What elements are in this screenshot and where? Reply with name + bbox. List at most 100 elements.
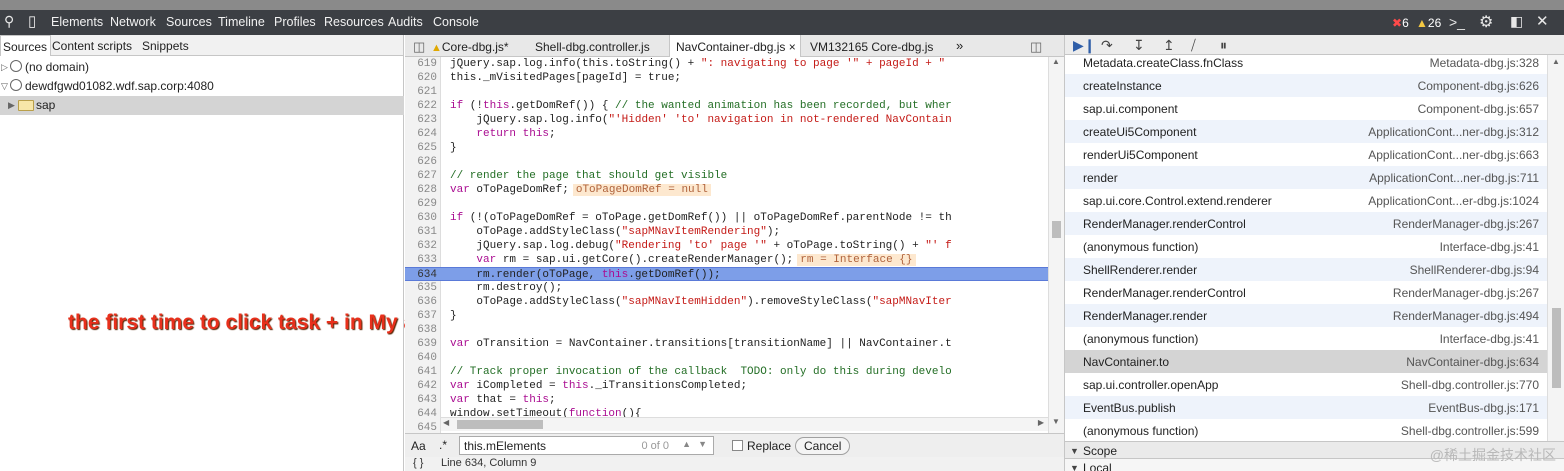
tab-sources-tree[interactable]: Sources — [0, 35, 52, 56]
call-frame-location[interactable]: Component-dbg.js:626 — [1418, 79, 1539, 93]
tree-item-sap-folder[interactable]: ▶ sap — [0, 96, 404, 115]
tab-sources[interactable]: Sources — [166, 15, 212, 29]
line-number[interactable]: 623 — [405, 113, 437, 127]
code-line[interactable]: 642 var iCompleted = this._iTransitionsCo… — [405, 379, 1048, 393]
pretty-print-icon[interactable]: { } — [413, 457, 423, 469]
error-count-badge[interactable]: ✖6 — [1392, 16, 1409, 30]
tab-profiles[interactable]: Profiles — [274, 15, 316, 29]
previous-match-icon[interactable]: ▲ — [682, 439, 691, 449]
code-line[interactable]: 641 // Track proper invocation of the cal… — [405, 365, 1048, 379]
code-line[interactable]: 635 rm.destroy(); — [405, 281, 1048, 295]
replace-checkbox[interactable] — [732, 440, 743, 451]
next-match-icon[interactable]: ▼ — [698, 439, 707, 449]
line-number[interactable]: 628 — [405, 183, 437, 197]
code-view[interactable]: 619 jQuery.sap.log.info(this.toString() +… — [405, 57, 1048, 453]
call-frame[interactable]: RenderManager.renderControl RenderManager… — [1065, 212, 1547, 235]
scroll-down-icon[interactable]: ▼ — [1052, 417, 1060, 426]
call-frame[interactable]: RenderManager.renderControl RenderManager… — [1065, 281, 1547, 304]
code-line[interactable]: 620 this._mVisitedPages[pageId] = true; — [405, 71, 1048, 85]
code-line[interactable]: 631 oToPage.addStyleClass("sapMNavItemRe… — [405, 225, 1048, 239]
line-number[interactable]: 636 — [405, 295, 437, 309]
code-line[interactable]: 638 — [405, 323, 1048, 337]
scroll-thumb[interactable] — [1552, 308, 1561, 388]
code-vertical-scrollbar[interactable]: ▲ ▼ — [1048, 57, 1064, 453]
call-frame-location[interactable]: Shell-dbg.controller.js:599 — [1401, 424, 1539, 438]
tab-shell-dbg-controller[interactable]: Shell-dbg.controller.js — [535, 35, 650, 57]
scroll-right-icon[interactable]: ▶ — [1038, 418, 1044, 427]
scroll-up-icon[interactable]: ▲ — [1552, 57, 1560, 66]
dock-side-icon[interactable]: ◧ — [1510, 13, 1523, 30]
call-frame[interactable]: (anonymous function) Interface-dbg.js:41 — [1065, 235, 1547, 258]
step-over-icon[interactable]: ↷ — [1101, 37, 1113, 54]
step-out-icon[interactable]: ↥ — [1163, 37, 1175, 54]
scroll-left-icon[interactable]: ◀ — [443, 418, 449, 427]
regex-toggle[interactable]: .* — [439, 438, 447, 452]
current-execution-line[interactable]: 634 rm.render(oToPage, this.getDomRef())… — [405, 267, 1048, 281]
call-frame-location[interactable]: Interface-dbg.js:41 — [1440, 332, 1539, 346]
line-number[interactable]: 621 — [405, 85, 437, 99]
warning-count-badge[interactable]: ▲26 — [1416, 16, 1441, 30]
step-into-icon[interactable]: ↧ — [1133, 37, 1145, 54]
code-line[interactable]: 622 if (!this.getDomRef()) { // the wante… — [405, 99, 1048, 113]
line-number[interactable]: 640 — [405, 351, 437, 365]
close-icon[interactable]: ✕ — [1536, 12, 1549, 30]
line-number[interactable]: 629 — [405, 197, 437, 211]
case-sensitive-toggle[interactable]: Aa — [411, 439, 426, 453]
call-frame-location[interactable]: RenderManager-dbg.js:267 — [1393, 286, 1539, 300]
line-number[interactable]: 620 — [405, 71, 437, 85]
call-frame-location[interactable]: NavContainer-dbg.js:634 — [1406, 355, 1539, 369]
call-frame[interactable]: ShellRenderer.render ShellRenderer-dbg.js… — [1065, 258, 1547, 281]
code-line[interactable]: 629 — [405, 197, 1048, 211]
deactivate-breakpoints-icon[interactable]: ⧸ — [1191, 37, 1196, 54]
line-number[interactable]: 624 — [405, 127, 437, 141]
line-number[interactable]: 633 — [405, 253, 437, 267]
call-frame-location[interactable]: ApplicationCont...ner-dbg.js:312 — [1368, 125, 1539, 139]
code-line[interactable]: 624 return this; — [405, 127, 1048, 141]
line-number[interactable]: 637 — [405, 309, 437, 323]
call-frame-location[interactable]: EventBus-dbg.js:171 — [1428, 401, 1539, 415]
line-number[interactable]: 644 — [405, 407, 437, 421]
tab-core-dbg[interactable]: ▲Core-dbg.js* — [431, 35, 509, 57]
call-frame-location[interactable]: ApplicationCont...er-dbg.js:1024 — [1368, 194, 1539, 208]
sidebar-scrollbar[interactable]: ▲ — [1547, 55, 1564, 447]
code-line[interactable]: 637} — [405, 309, 1048, 323]
call-frame-location[interactable]: Shell-dbg.controller.js:770 — [1401, 378, 1539, 392]
tab-vm-core-dbg[interactable]: VM132165 Core-dbg.js — [810, 35, 933, 57]
line-number[interactable]: 639 — [405, 337, 437, 351]
call-frame[interactable]: sap.ui.core.Control.extend.renderer Appli… — [1065, 189, 1547, 212]
call-frame-location[interactable]: RenderManager-dbg.js:494 — [1393, 309, 1539, 323]
tab-snippets[interactable]: Snippets — [142, 39, 189, 53]
toggle-navigator-icon[interactable]: ◫ — [413, 39, 425, 55]
tab-timeline[interactable]: Timeline — [218, 15, 265, 29]
call-frame-location[interactable]: ApplicationCont...ner-dbg.js:663 — [1368, 148, 1539, 162]
code-line[interactable]: 643 var that = this; — [405, 393, 1048, 407]
call-frame[interactable]: EventBus.publish EventBus-dbg.js:171 — [1065, 396, 1547, 419]
scroll-up-icon[interactable]: ▲ — [1052, 57, 1060, 66]
tab-console[interactable]: Console — [433, 15, 479, 29]
code-line[interactable]: 636 oToPage.addStyleClass("sapMNavItemHi… — [405, 295, 1048, 309]
more-tabs-icon[interactable]: » — [956, 35, 963, 57]
code-line[interactable]: 623 jQuery.sap.log.info("'Hidden' 'to' n… — [405, 113, 1048, 127]
call-frame-location[interactable]: Metadata-dbg.js:328 — [1430, 56, 1539, 70]
call-frame-location[interactable]: Interface-dbg.js:41 — [1440, 240, 1539, 254]
pause-on-exceptions-icon[interactable]: ⏸ — [1220, 37, 1227, 54]
code-line[interactable]: 619 jQuery.sap.log.info(this.toString() +… — [405, 57, 1048, 71]
call-frame[interactable]: renderUi5Component ApplicationCont...ner-… — [1065, 143, 1547, 166]
close-tab-icon[interactable]: × — [789, 40, 796, 54]
code-line[interactable]: 639 var oTransition = NavContainer.transi… — [405, 337, 1048, 351]
line-number[interactable]: 630 — [405, 211, 437, 225]
call-frame-location[interactable]: Component-dbg.js:657 — [1418, 102, 1539, 116]
line-number[interactable]: 634 — [405, 268, 437, 282]
tab-navcontainer-dbg[interactable]: NavContainer-dbg.js × — [669, 35, 801, 57]
line-number[interactable]: 622 — [405, 99, 437, 113]
scroll-thumb[interactable] — [457, 420, 543, 429]
line-number[interactable]: 638 — [405, 323, 437, 337]
line-number[interactable]: 626 — [405, 155, 437, 169]
call-frame[interactable]: createUi5Component ApplicationCont...ner-… — [1065, 120, 1547, 143]
tab-resources[interactable]: Resources — [324, 15, 384, 29]
line-number[interactable]: 643 — [405, 393, 437, 407]
call-frame-selected[interactable]: NavContainer.to NavContainer-dbg.js:634 — [1065, 350, 1547, 373]
tab-elements[interactable]: Elements — [51, 15, 103, 29]
line-number[interactable]: 619 — [405, 57, 437, 71]
toggle-debugger-icon[interactable]: ◫ — [1030, 39, 1042, 55]
